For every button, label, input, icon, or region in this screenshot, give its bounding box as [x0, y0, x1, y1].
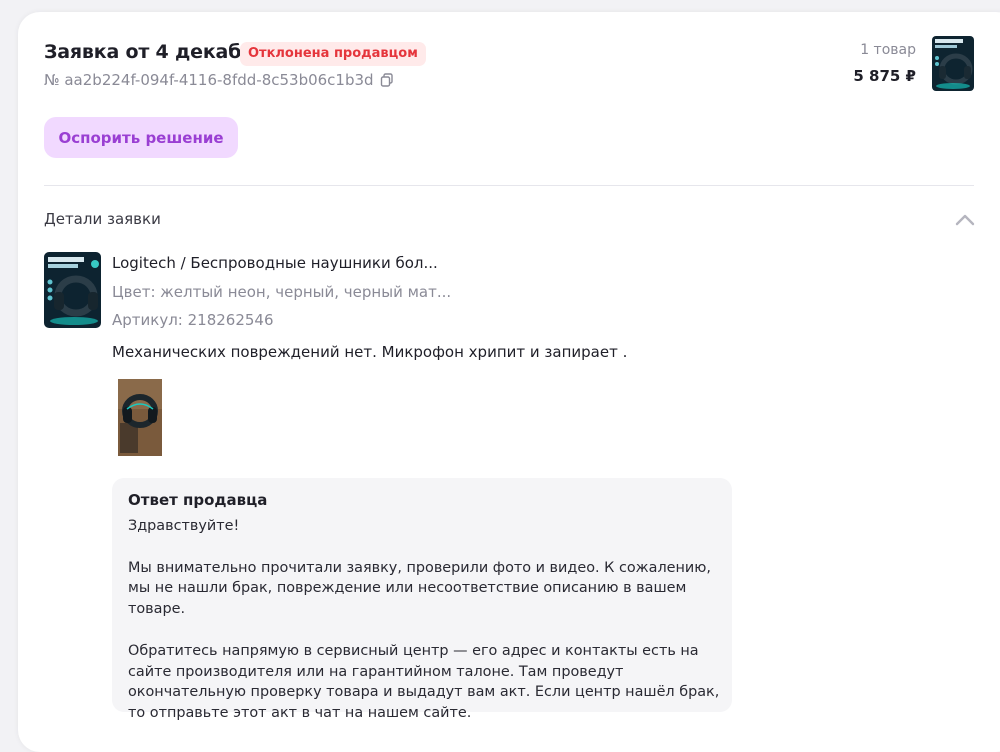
product-color: Цвет: желтый неон, черный, черный мат...: [112, 283, 452, 301]
product-article: Артикул: 218262546: [112, 311, 274, 329]
claim-photo[interactable]: [118, 379, 162, 456]
divider: [44, 185, 974, 186]
chevron-up-icon[interactable]: [954, 212, 976, 228]
details-section-title: Детали заявки: [44, 210, 161, 228]
seller-reply-title: Ответ продавца: [128, 491, 268, 509]
request-id: № aa2b224f-094f-4116-8fdd-8c53b06c1b3d: [44, 71, 374, 89]
items-count: 1 товар: [860, 42, 916, 58]
dispute-decision-button[interactable]: Оспорить решение: [44, 117, 238, 158]
product-image[interactable]: [44, 252, 101, 328]
request-id-row: № aa2b224f-094f-4116-8fdd-8c53b06c1b3d: [44, 71, 394, 89]
request-title: Заявка от 4 декабря: [44, 41, 267, 63]
total-price: 5 875 ₽: [853, 67, 916, 85]
status-badge: Отклонена продавцом: [240, 42, 426, 66]
product-thumbnail-small[interactable]: [932, 36, 974, 91]
product-name[interactable]: Logitech / Беспроводные наушники бол...: [112, 254, 438, 272]
copy-icon[interactable]: [380, 73, 394, 87]
seller-reply: Ответ продавца Здравствуйте! Мы внимател…: [112, 478, 732, 721]
seller-reply-body: Здравствуйте! Мы внимательно прочитали з…: [128, 518, 720, 722]
claim-description: Механических повреждений нет. Микрофон х…: [112, 343, 628, 361]
